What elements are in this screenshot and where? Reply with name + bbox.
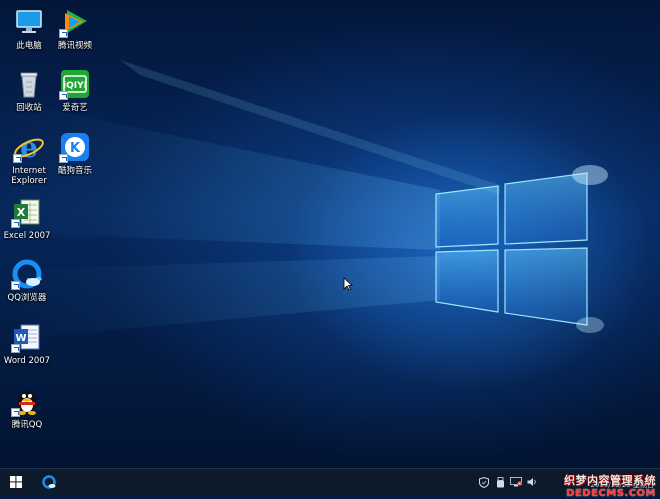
shortcut-arrow-icon — [13, 154, 22, 163]
desktop-icon-tencent-video[interactable]: 腾讯视频 — [46, 6, 104, 51]
mouse-pointer-icon — [343, 277, 353, 291]
qq-penguin-icon — [11, 385, 43, 417]
shortcut-arrow-icon — [11, 219, 20, 228]
icon-label: QQ浏览器 — [7, 293, 47, 303]
svg-text:iQIYI: iQIYI — [63, 81, 87, 91]
taskbar: 2018/11/25 星期日 织梦内容管理系统 DEDECMS.COM — [0, 468, 660, 499]
usb-icon[interactable] — [494, 476, 506, 488]
taskbar-qq-browser[interactable] — [36, 469, 62, 495]
icon-label: 腾讯视频 — [57, 41, 92, 51]
shortcut-arrow-icon — [11, 408, 20, 417]
desktop-icon-tencent-qq[interactable]: 腾讯QQ — [0, 385, 56, 430]
icon-label: Word 2007 — [3, 356, 51, 366]
recycle-bin-icon — [13, 68, 45, 100]
internet-explorer-icon: e — [13, 131, 45, 164]
desktop[interactable]: 此电脑 回收站 e Internet Explorer X Excel 2007… — [0, 0, 660, 468]
shield-icon[interactable] — [478, 476, 490, 488]
icon-label: 酷狗音乐 — [57, 166, 92, 176]
this-pc-icon — [13, 6, 45, 38]
icon-label: 爱奇艺 — [62, 103, 88, 113]
excel-icon: X — [11, 196, 43, 228]
kugou-music-icon: K — [59, 131, 91, 163]
iqiyi-icon: iQIYI — [59, 68, 91, 100]
windows-start-icon — [10, 476, 22, 488]
watermark-domain: DEDECMS.COM — [566, 488, 656, 499]
svg-text:e: e — [20, 131, 38, 163]
svg-text:K: K — [70, 141, 81, 156]
desktop-icon-iqiyi[interactable]: iQIYI 爱奇艺 — [46, 68, 104, 113]
start-button[interactable] — [0, 469, 32, 495]
word-icon: W — [11, 321, 43, 353]
svg-text:X: X — [17, 206, 26, 219]
desktop-icon-kugou-music[interactable]: K 酷狗音乐 — [46, 131, 104, 176]
shortcut-arrow-icon — [11, 344, 20, 353]
icon-label: Excel 2007 — [3, 231, 51, 241]
qq-browser-icon — [42, 475, 56, 489]
network-icon[interactable] — [510, 476, 522, 488]
icon-label: 腾讯QQ — [11, 420, 43, 430]
shortcut-arrow-icon — [59, 91, 68, 100]
watermark-title: 织梦内容管理系统 — [564, 474, 656, 487]
desktop-icon-qq-browser[interactable]: QQ浏览器 — [0, 258, 56, 303]
qq-browser-icon — [11, 258, 43, 290]
shortcut-arrow-icon — [59, 154, 68, 163]
desktop-icon-word[interactable]: W Word 2007 — [0, 321, 56, 366]
shortcut-arrow-icon — [11, 281, 20, 290]
system-tray — [476, 469, 540, 495]
shortcut-arrow-icon — [59, 29, 68, 38]
svg-text:W: W — [15, 333, 26, 344]
desktop-icon-excel[interactable]: X Excel 2007 — [0, 196, 56, 241]
tencent-video-icon — [59, 6, 91, 38]
volume-icon[interactable] — [526, 476, 538, 488]
